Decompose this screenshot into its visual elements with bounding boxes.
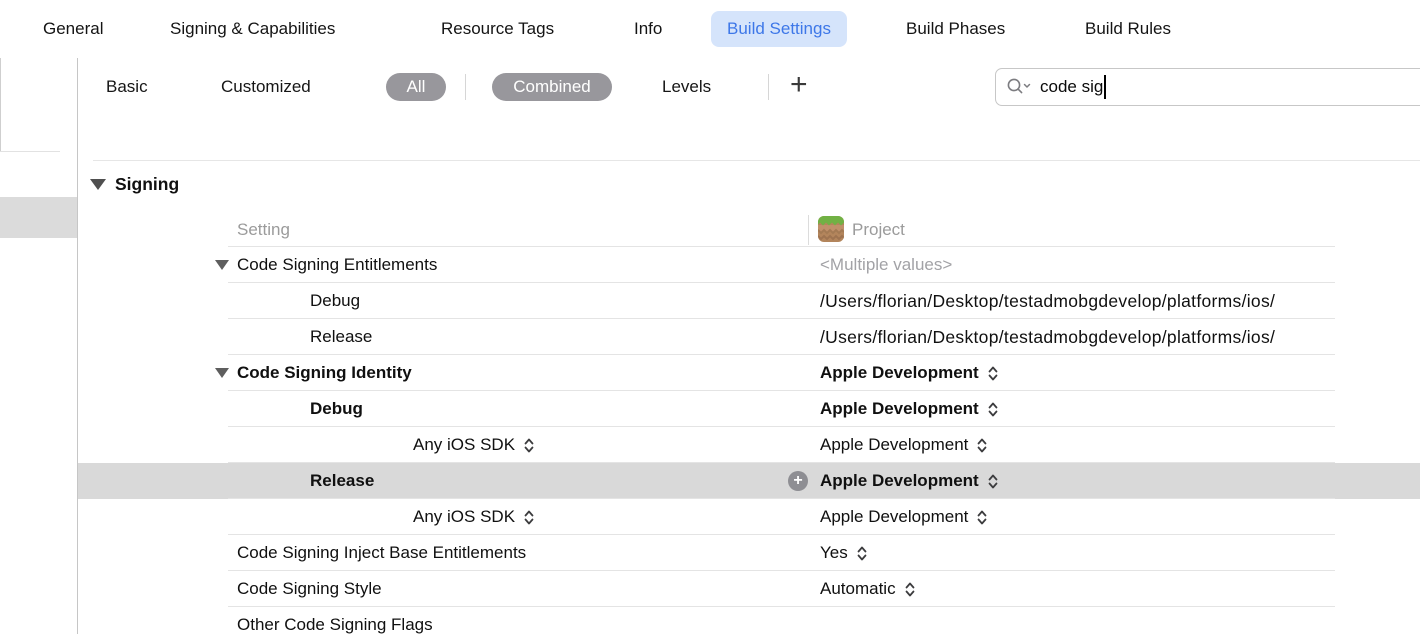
toolbar-divider: [768, 74, 769, 100]
setting-value[interactable]: /Users/florian/Desktop/testadmobgdevelop…: [820, 291, 1275, 312]
tab-info[interactable]: Info: [634, 0, 662, 58]
disclosure-triangle-icon[interactable]: [90, 179, 106, 190]
search-icon: [1006, 77, 1032, 97]
column-header-project: Project: [852, 212, 905, 247]
toolbar-divider: [465, 74, 466, 100]
setting-name: Code Signing Inject Base Entitlements: [237, 543, 526, 563]
signing-section-header[interactable]: Signing: [90, 172, 179, 196]
setting-name: Debug: [310, 399, 363, 419]
setting-value[interactable]: /Users/florian/Desktop/testadmobgdevelop…: [820, 327, 1275, 348]
tab-resource-tags[interactable]: Resource Tags: [441, 0, 554, 58]
table-row[interactable]: Code Signing Style Automatic: [78, 571, 1420, 607]
column-divider: [808, 215, 809, 245]
stepper-icon[interactable]: [987, 401, 999, 418]
disclosure-triangle-icon[interactable]: [215, 260, 229, 270]
setting-value[interactable]: Apple Development: [820, 471, 979, 491]
target-tab-bar: General Signing & Capabilities Resource …: [0, 0, 1420, 59]
stepper-icon[interactable]: [976, 509, 988, 526]
setting-name: Other Code Signing Flags: [237, 615, 433, 634]
add-setting-button[interactable]: +: [790, 58, 808, 116]
search-field[interactable]: code sig: [995, 68, 1420, 106]
setting-value[interactable]: Automatic: [820, 579, 896, 599]
stepper-icon[interactable]: [976, 437, 988, 454]
section-title: Signing: [115, 174, 179, 195]
table-row[interactable]: Debug Apple Development: [78, 391, 1420, 427]
column-header-setting: Setting: [237, 212, 290, 247]
table-row[interactable]: Debug /Users/florian/Desktop/testadmobgd…: [78, 283, 1420, 319]
table-row[interactable]: Release /Users/florian/Desktop/testadmob…: [78, 319, 1420, 355]
scope-all-button[interactable]: All: [386, 73, 446, 101]
tab-build-settings[interactable]: Build Settings: [711, 11, 847, 47]
tab-general[interactable]: General: [43, 0, 103, 58]
stepper-icon[interactable]: [523, 437, 535, 454]
stepper-icon[interactable]: [523, 509, 535, 526]
sidebar-divider: [0, 151, 60, 152]
stepper-icon[interactable]: [856, 545, 868, 562]
section-divider: [93, 160, 1420, 161]
table-header-row: Setting Project: [78, 212, 1420, 247]
setting-name: Release: [310, 327, 372, 347]
table-row[interactable]: Code Signing Inject Base Entitlements Ye…: [78, 535, 1420, 571]
table-row[interactable]: Other Code Signing Flags: [78, 607, 1420, 634]
table-row[interactable]: Code Signing Entitlements <Multiple valu…: [78, 247, 1420, 283]
setting-value[interactable]: <Multiple values>: [820, 255, 952, 275]
text-cursor: [1104, 75, 1106, 99]
scope-basic-button[interactable]: Basic: [106, 58, 148, 116]
build-settings-table-area: Signing Setting Project Code Signing: [78, 116, 1420, 634]
stepper-icon[interactable]: [987, 365, 999, 382]
setting-name: Code Signing Identity: [237, 363, 412, 383]
project-icon: [818, 216, 844, 242]
setting-value[interactable]: Apple Development: [820, 363, 979, 383]
setting-name: Release: [310, 471, 374, 491]
add-value-button[interactable]: +: [788, 471, 808, 491]
setting-name: Code Signing Style: [237, 579, 382, 599]
sidebar-edge-line: [0, 58, 1, 152]
build-settings-toolbar: Basic Customized All Combined Levels + c…: [78, 58, 1420, 117]
setting-value[interactable]: Apple Development: [820, 435, 968, 455]
table-row[interactable]: Any iOS SDK Apple Development: [78, 499, 1420, 535]
scope-customized-button[interactable]: Customized: [221, 58, 311, 116]
tab-build-rules[interactable]: Build Rules: [1085, 0, 1171, 58]
setting-value[interactable]: Apple Development: [820, 507, 968, 527]
tab-signing-capabilities[interactable]: Signing & Capabilities: [170, 0, 335, 58]
stepper-icon[interactable]: [987, 473, 999, 490]
setting-name: Any iOS SDK: [413, 507, 515, 527]
table-row[interactable]: Any iOS SDK Apple Development: [78, 427, 1420, 463]
setting-name: Any iOS SDK: [413, 435, 515, 455]
setting-name: Debug: [310, 291, 360, 311]
sidebar-selected-item[interactable]: [0, 197, 77, 238]
disclosure-triangle-icon[interactable]: [215, 368, 229, 378]
navigator-sidebar-strip: [0, 58, 78, 634]
view-combined-button[interactable]: Combined: [492, 73, 612, 101]
setting-value[interactable]: Yes: [820, 543, 848, 563]
setting-name: Code Signing Entitlements: [237, 255, 437, 275]
table-row[interactable]: Code Signing Identity Apple Development: [78, 355, 1420, 391]
setting-value[interactable]: Apple Development: [820, 399, 979, 419]
view-levels-button[interactable]: Levels: [662, 58, 711, 116]
tab-build-phases[interactable]: Build Phases: [906, 0, 1005, 58]
search-input[interactable]: code sig: [1040, 77, 1103, 97]
table-row-selected[interactable]: Release + Apple Development: [78, 463, 1420, 499]
settings-table: Setting Project Code Signing Entitlement…: [78, 212, 1420, 634]
stepper-icon[interactable]: [904, 581, 916, 598]
